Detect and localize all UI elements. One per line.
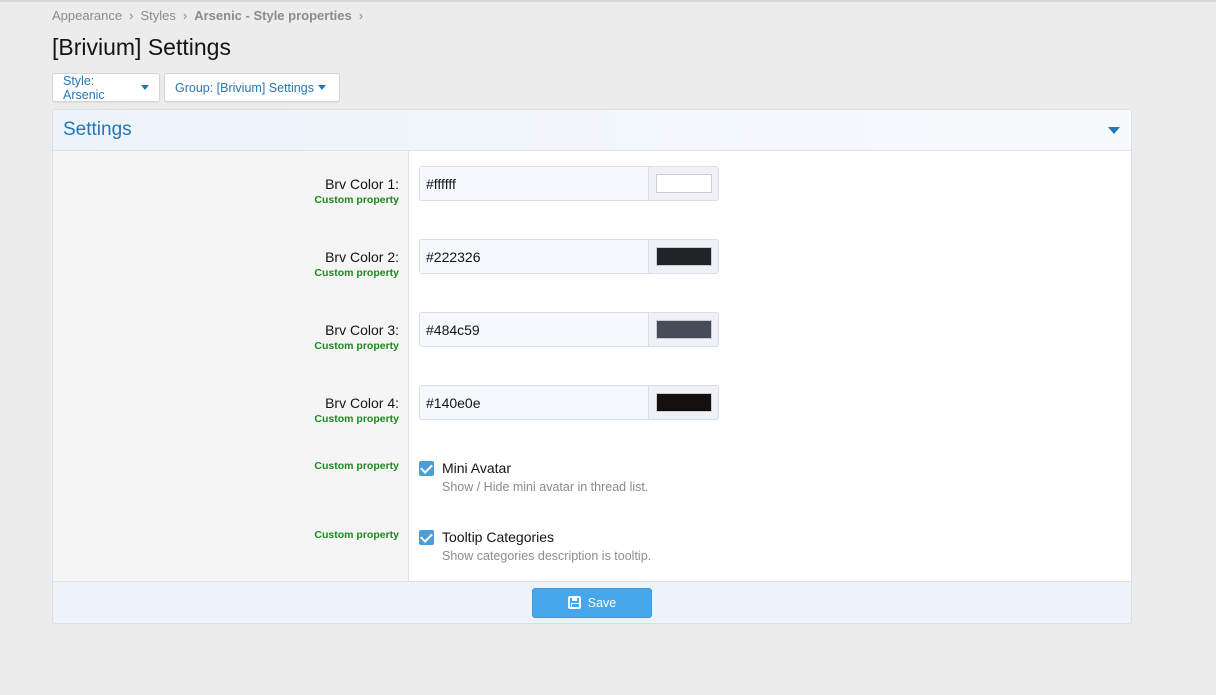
- breadcrumb-separator: ›: [129, 8, 134, 23]
- group-filter-label: Group: [Brivium] Settings: [175, 80, 314, 95]
- save-icon: [567, 596, 581, 609]
- breadcrumb-separator: ›: [182, 8, 188, 23]
- page-title: [Brivium] Settings: [52, 34, 231, 60]
- tooltip-categories-checkbox[interactable]: [419, 530, 434, 545]
- panel-header[interactable]: Settings: [53, 110, 1131, 151]
- caret-down-icon: [141, 85, 149, 90]
- row-label-area: Brv Color 4: Custom property: [53, 395, 399, 426]
- custom-property-label: Custom property: [314, 267, 399, 279]
- color-hex-input[interactable]: [420, 167, 649, 200]
- color-hex-input[interactable]: [420, 386, 649, 419]
- breadcrumb: Appearance › Styles › Arsenic - Style pr…: [52, 8, 370, 23]
- mini-avatar-label[interactable]: Mini Avatar: [442, 459, 511, 477]
- custom-property-label: Custom property: [314, 413, 399, 425]
- row-label-area: Custom property: [53, 528, 399, 542]
- color-field: [419, 239, 719, 274]
- color-picker-button[interactable]: [648, 240, 718, 273]
- color-hex-input[interactable]: [420, 313, 649, 346]
- custom-property-label: Custom property: [314, 194, 399, 206]
- save-button-label: Save: [587, 595, 617, 610]
- top-border: [0, 0, 1216, 2]
- row-label-area: Brv Color 2: Custom property: [53, 249, 399, 280]
- breadcrumb-style-properties[interactable]: Arsenic - Style properties: [194, 8, 352, 23]
- mini-avatar-description: Show / Hide mini avatar in thread list.: [442, 480, 649, 494]
- style-filter-label: Style: Arsenic: [63, 73, 105, 102]
- row-label-area: Brv Color 1: Custom property: [53, 176, 399, 207]
- color-swatch: [655, 393, 712, 412]
- panel-footer: Save: [53, 581, 1131, 623]
- breadcrumb-appearance[interactable]: Appearance: [52, 8, 122, 23]
- color-hex-input[interactable]: [420, 240, 649, 273]
- group-filter-button[interactable]: Group: [Brivium] Settings: [164, 73, 340, 102]
- caret-down-icon: [317, 85, 326, 90]
- breadcrumb-styles[interactable]: Styles: [140, 8, 175, 23]
- color-swatch: [655, 174, 712, 193]
- color-field: [419, 312, 719, 347]
- color-label: Brv Color 4:: [325, 395, 399, 411]
- collapse-toggle-icon[interactable]: [1108, 126, 1120, 134]
- color-swatch: [655, 247, 712, 266]
- color-label: Brv Color 2:: [325, 249, 399, 265]
- color-field: [419, 385, 719, 420]
- breadcrumb-separator: ›: [358, 8, 364, 23]
- color-picker-button[interactable]: [648, 313, 718, 346]
- style-filter-button[interactable]: Style: Arsenic: [52, 73, 160, 102]
- tooltip-categories-description: Show categories description is tooltip.: [442, 549, 652, 563]
- color-picker-button[interactable]: [648, 386, 718, 419]
- color-label: Brv Color 3:: [325, 322, 399, 338]
- color-picker-button[interactable]: [648, 167, 718, 200]
- custom-property-label: Custom property: [314, 340, 399, 352]
- save-button[interactable]: Save: [532, 587, 652, 618]
- label-column: [53, 151, 409, 581]
- color-swatch: [655, 320, 712, 339]
- custom-property-label: Custom property: [314, 460, 399, 472]
- tooltip-categories-label[interactable]: Tooltip Categories: [442, 528, 554, 546]
- color-field: [419, 166, 719, 201]
- custom-property-label: Custom property: [314, 529, 399, 541]
- row-label-area: Brv Color 3: Custom property: [53, 322, 399, 353]
- mini-avatar-checkbox[interactable]: [419, 461, 434, 476]
- settings-panel: Settings Brv Color 1: Custom property Br…: [52, 109, 1132, 624]
- panel-title: Settings: [63, 119, 132, 140]
- row-label-area: Custom property: [53, 459, 399, 473]
- panel-body: Brv Color 1: Custom property Brv Color 2…: [53, 151, 1131, 581]
- color-label: Brv Color 1:: [325, 176, 399, 192]
